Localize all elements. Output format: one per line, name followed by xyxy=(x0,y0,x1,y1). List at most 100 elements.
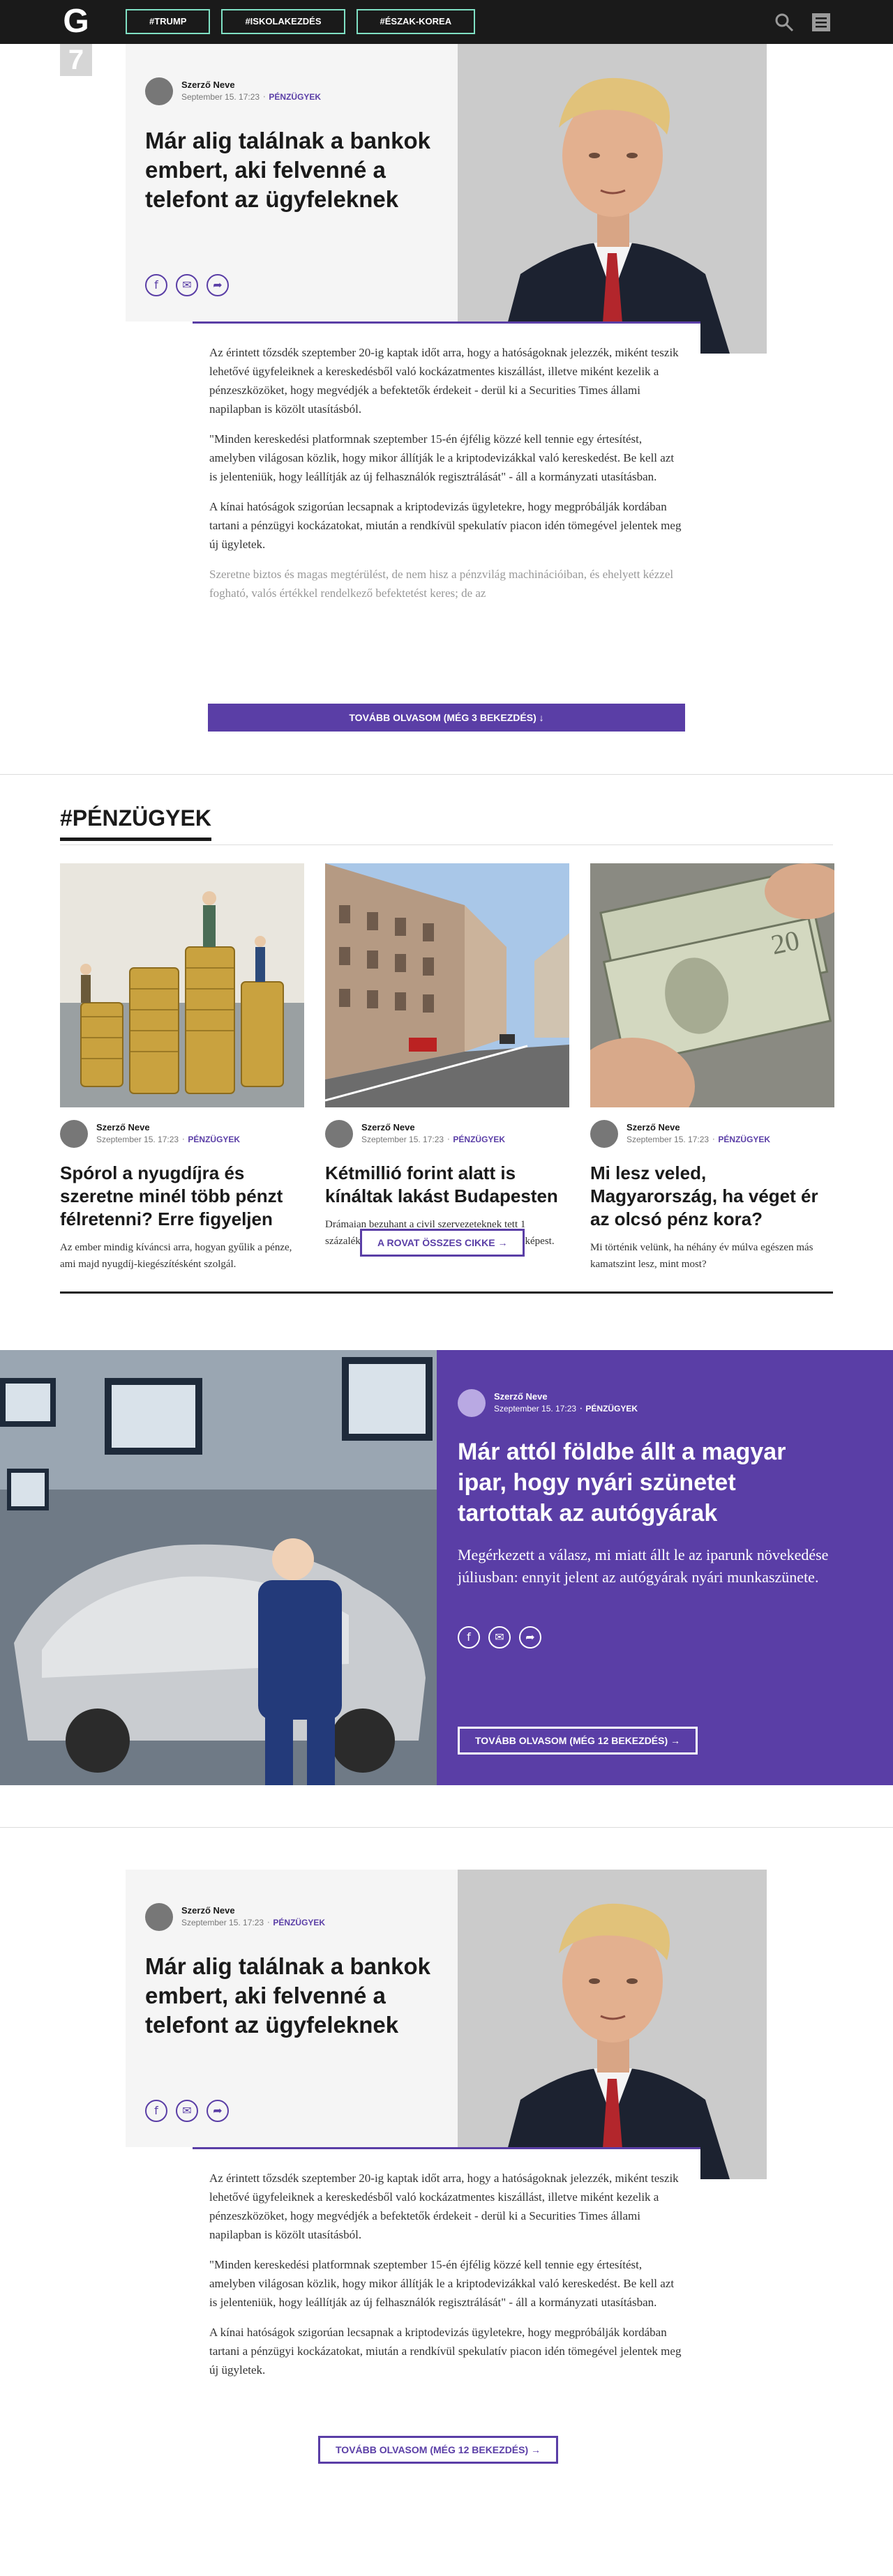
excerpt-paragraph: Az érintett tőzsdék szeptember 20-ig kap… xyxy=(209,346,679,416)
article-meta: Szerző Neve September 15. 17:23 · PÉNZÜGYE… xyxy=(145,77,321,105)
section-all-articles-button[interactable]: A ROVAT ÖSSZES CIKKE → xyxy=(360,1229,525,1257)
author-avatar xyxy=(458,1389,486,1417)
facebook-icon[interactable]: f xyxy=(458,1626,480,1649)
article-excerpt: Az érintett tőzsdék szeptember 20-ig kap… xyxy=(193,321,700,614)
arrow-down-icon: ↓ xyxy=(539,712,544,723)
publish-date: Szeptember 15. 17:23 xyxy=(96,1135,179,1144)
share-icon[interactable]: ➦ xyxy=(207,274,229,296)
author-avatar xyxy=(60,1120,88,1148)
article-image[interactable] xyxy=(325,863,569,1107)
author-name[interactable]: Szerző Neve xyxy=(361,1122,505,1133)
button-label: TOVÁBB OLVASOM (MÉG 12 BEKEZDÉS) xyxy=(475,1735,668,1746)
article-image[interactable] xyxy=(60,863,304,1107)
promo-content: Szerző Neve Szeptember 15. 17:23 · PÉNZÜGY… xyxy=(437,1350,893,1785)
tag-trump[interactable]: #TRUMP xyxy=(126,9,211,34)
excerpt-paragraph: A kínai hatóságok szigorúan lecsapnak a … xyxy=(209,500,682,551)
arrow-right-icon: → xyxy=(670,1735,681,1746)
menu-icon[interactable] xyxy=(811,13,831,32)
arrow-right-icon: → xyxy=(531,2444,541,2455)
category-link[interactable]: PÉNZÜGYEK xyxy=(585,1404,638,1414)
rank-badge: 7 xyxy=(60,44,92,76)
article-image[interactable] xyxy=(458,1870,767,2179)
trending-tags: #TRUMP #ISKOLAKEZDÉS #ÉSZAK-KOREA xyxy=(126,9,476,34)
author-avatar xyxy=(145,77,173,105)
button-label: TOVÁBB OLVASOM (MÉG 12 BEKEZDÉS) xyxy=(336,2444,529,2455)
author-name[interactable]: Szerző Neve xyxy=(181,79,321,91)
tag-iskolakezdes[interactable]: #ISKOLAKEZDÉS xyxy=(221,9,345,34)
author-name[interactable]: Szerző Neve xyxy=(626,1122,770,1133)
article-image[interactable] xyxy=(458,44,767,354)
top-bar: G #TRUMP #ISKOLAKEZDÉS #ÉSZAK-KOREA xyxy=(0,0,893,44)
author-avatar xyxy=(325,1120,353,1148)
tag-eszak-korea[interactable]: #ÉSZAK-KOREA xyxy=(356,9,476,34)
publish-date: Szeptember 15. 17:23 xyxy=(181,1918,264,1927)
promo-article: Szerző Neve Szeptember 15. 17:23 · PÉNZÜGY… xyxy=(0,1350,893,1785)
mail-icon[interactable]: ✉ xyxy=(176,2100,198,2122)
share-icon[interactable]: ➦ xyxy=(207,2100,229,2122)
share-buttons: f ✉ ➦ xyxy=(145,2100,229,2122)
search-icon[interactable] xyxy=(774,13,794,32)
article-title[interactable]: Már attól földbe állt a magyar ipar, hog… xyxy=(458,1437,834,1529)
article-meta: Szerző Neve Szeptember 15. 17:23 · PÉNZÜGY… xyxy=(458,1389,638,1417)
category-link[interactable]: PÉNZÜGYEK xyxy=(269,92,321,102)
article-meta: Szerző Neve Szeptember 15. 17:23 · PÉNZÜGY… xyxy=(60,1120,304,1148)
publish-date: Szeptember 15. 17:23 xyxy=(626,1135,710,1144)
divider xyxy=(60,1291,833,1294)
mail-icon[interactable]: ✉ xyxy=(176,274,198,296)
article-lead: Az ember mindig kíváncsi arra, hogyan gy… xyxy=(60,1242,292,1270)
site-logo[interactable]: G xyxy=(60,5,92,38)
article-card: Szerző Neve Szeptember 15. 17:23 · PÉNZÜGY… xyxy=(126,1870,458,2147)
facebook-icon[interactable]: f xyxy=(145,274,167,296)
article-lead: Megérkezett a válasz, mi miatt állt le a… xyxy=(458,1546,829,1586)
read-more-button[interactable]: TOVÁBB OLVASOM (MÉG 12 BEKEZDÉS) → xyxy=(318,2436,559,2464)
article-card[interactable]: Szerző Neve Szeptember 15. 17:23 · PÉNZÜGY… xyxy=(325,863,569,1273)
publish-date: Szeptember 15. 17:23 xyxy=(361,1135,444,1144)
section-title[interactable]: #PÉNZÜGYEK xyxy=(60,801,211,841)
excerpt-paragraph: "Minden kereskedési platformnak szeptemb… xyxy=(209,432,675,483)
article-list: Szerző Neve Szeptember 15. 17:23 · PÉNZÜGY… xyxy=(60,863,834,1273)
article-excerpt: Az érintett tőzsdék szeptember 20-ig kap… xyxy=(193,2147,700,2391)
excerpt-paragraph: A kínai hatóságok szigorúan lecsapnak a … xyxy=(209,2326,682,2377)
article-title[interactable]: Spórol a nyugdíjra és szeretne minél töb… xyxy=(60,1162,304,1231)
article-image[interactable] xyxy=(0,1350,437,1785)
read-more-label: TOVÁBB OLVASOM (MÉG 3 BEKEZDÉS) xyxy=(349,712,536,723)
article-meta: Szerző Neve Szeptember 15. 17:23 · PÉNZÜGY… xyxy=(145,1903,325,1931)
category-link[interactable]: PÉNZÜGYEK xyxy=(453,1135,505,1144)
publish-date: Szeptember 15. 17:23 xyxy=(494,1404,577,1414)
category-link[interactable]: PÉNZÜGYEK xyxy=(718,1135,770,1144)
share-buttons: f ✉ ➦ xyxy=(145,274,229,296)
article-lead: Mi történik velünk, ha néhány év múlva e… xyxy=(590,1242,813,1270)
button-label: A ROVAT ÖSSZES CIKKE xyxy=(377,1237,495,1248)
excerpt-paragraph: "Minden kereskedési platformnak szeptemb… xyxy=(209,2258,675,2309)
category-section: #PÉNZÜGYEK Szerző Neve Szeptember 15. 17… xyxy=(0,775,893,1350)
arrow-right-icon: → xyxy=(497,1237,508,1248)
article-title[interactable]: Már alig találnak a bankok embert, aki f… xyxy=(145,1952,445,2040)
mail-icon[interactable]: ✉ xyxy=(488,1626,511,1649)
article-card[interactable]: Szerző Neve Szeptember 15. 17:23 · PÉNZÜGY… xyxy=(60,863,304,1273)
article-card: Szerző Neve September 15. 17:23 · PÉNZÜGYE… xyxy=(126,44,458,321)
article-meta: Szerző Neve Szeptember 15. 17:23 · PÉNZÜGY… xyxy=(325,1120,569,1148)
excerpt-paragraph: Az érintett tőzsdék szeptember 20-ig kap… xyxy=(209,2172,679,2241)
author-name[interactable]: Szerző Neve xyxy=(96,1122,240,1133)
article-title[interactable]: Mi lesz veled, Magyarország, ha véget ér… xyxy=(590,1162,834,1231)
category-link[interactable]: PÉNZÜGYEK xyxy=(273,1918,325,1927)
author-avatar xyxy=(145,1903,173,1931)
author-name[interactable]: Szerző Neve xyxy=(494,1391,638,1402)
read-more-button[interactable]: TOVÁBB OLVASOM (MÉG 12 BEKEZDÉS) → xyxy=(458,1727,698,1755)
divider xyxy=(60,844,833,845)
author-avatar xyxy=(590,1120,618,1148)
category-link[interactable]: PÉNZÜGYEK xyxy=(188,1135,240,1144)
article-image[interactable]: 20 xyxy=(590,863,834,1107)
publish-date: September 15. 17:23 xyxy=(181,92,260,102)
share-icon[interactable]: ➦ xyxy=(519,1626,541,1649)
facebook-icon[interactable]: f xyxy=(145,2100,167,2122)
article-card[interactable]: 20 Szerző Neve Szeptember 15. 17:23 · PÉNZ… xyxy=(590,863,834,1273)
read-more-button[interactable]: TOVÁBB OLVASOM (MÉG 3 BEKEZDÉS) ↓ xyxy=(208,704,685,732)
excerpt-paragraph: Szeretne biztos és magas megtérülést, de… xyxy=(209,568,674,600)
article-title[interactable]: Kétmillió forint alatt is kínáltak lakás… xyxy=(325,1162,569,1208)
article-title[interactable]: Már alig találnak a bankok embert, aki f… xyxy=(145,126,445,214)
share-buttons: f ✉ ➦ xyxy=(458,1626,541,1649)
author-name[interactable]: Szerző Neve xyxy=(181,1905,325,1916)
